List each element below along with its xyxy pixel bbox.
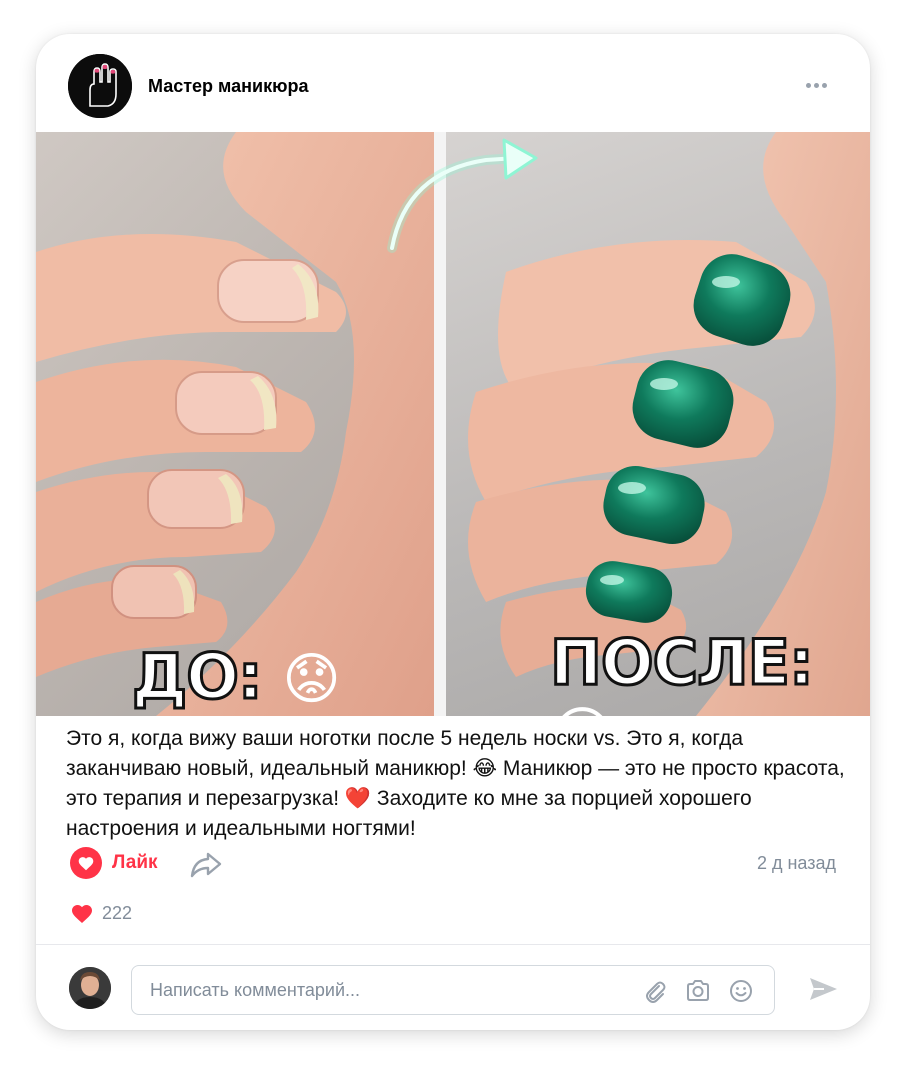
more-horizontal-icon xyxy=(805,82,811,88)
send-icon[interactable] xyxy=(806,972,840,1006)
heart-icon xyxy=(72,905,92,923)
post-photo[interactable]: ДО: 😟 ПОСЛЕ: xyxy=(36,132,870,716)
post-text: Это я, когда вижу ваши ноготки после 5 н… xyxy=(66,727,845,840)
likes-summary[interactable]: 222 xyxy=(70,900,132,926)
paperclip-icon[interactable] xyxy=(642,978,668,1004)
before-photo: ДО: 😟 xyxy=(36,132,434,716)
commenter-avatar[interactable] xyxy=(69,967,111,1009)
more-options-button[interactable] xyxy=(798,72,834,98)
comment-input[interactable] xyxy=(132,966,650,1014)
likes-count: 222 xyxy=(102,902,133,923)
after-caption: ПОСЛЕ:😍 xyxy=(549,625,870,717)
share-button[interactable] xyxy=(188,848,224,880)
hand-before-illustration xyxy=(36,132,434,716)
author-name[interactable]: Мастер маникюра xyxy=(148,76,308,97)
smile-icon[interactable] xyxy=(728,978,754,1004)
post-header: Мастер маникюра xyxy=(36,34,870,132)
worried-face-emoji: 😟 xyxy=(282,647,340,712)
divider xyxy=(36,944,870,945)
like-label: Лайк xyxy=(112,852,158,873)
post-card: Мастер маникюра ДО: 😟 ПОСЛЕ: Это я, когд… xyxy=(36,34,870,1030)
camera-icon[interactable] xyxy=(685,978,711,1004)
before-caption: ДО: 😟 xyxy=(131,639,341,715)
share-icon xyxy=(190,852,222,878)
author-avatar[interactable] xyxy=(68,54,132,118)
comment-box xyxy=(131,965,775,1015)
heart-icon xyxy=(70,847,102,879)
like-button[interactable]: Лайк xyxy=(70,846,158,880)
post-time: 2 д назад xyxy=(756,853,836,873)
hand-logo-icon xyxy=(68,54,132,118)
curved-arrow-icon xyxy=(387,138,538,253)
heart-eyes-emoji: 😍 xyxy=(550,699,615,716)
